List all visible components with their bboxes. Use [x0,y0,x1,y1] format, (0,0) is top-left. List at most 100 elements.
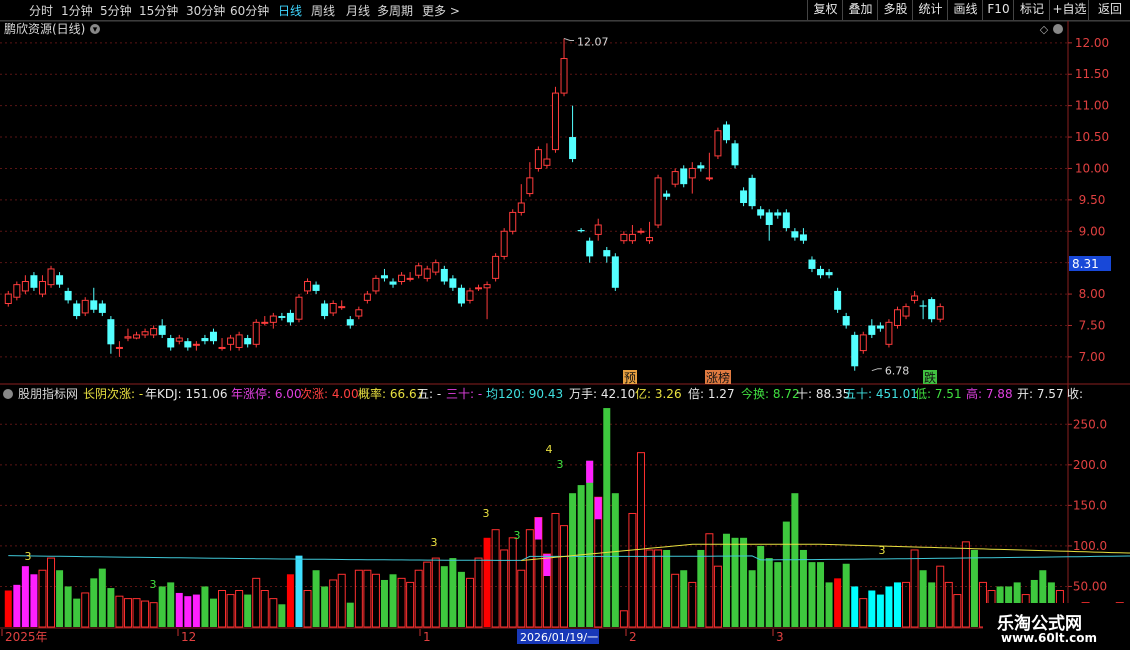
candle-body [415,265,423,276]
indicator-field-6: 三十: - [446,387,482,401]
candle-body [722,124,730,141]
signal-marker-2: 跌 [924,370,936,385]
date-label-4: 2 [629,630,637,644]
indicator-bar [47,557,56,628]
candle-body [158,325,166,335]
indicator-bar [303,590,312,628]
candle-body [919,305,927,307]
indicator-tick-label: 200.0 [1073,458,1107,472]
indicator-bar [474,557,483,628]
current-price-label: 8.31 [1072,257,1099,271]
indicator-bar [295,555,303,627]
candle-body [936,306,944,320]
candle-body [475,287,483,290]
candle-body [782,212,790,229]
indicator-bar [123,598,132,628]
indicator-field-13: 五十: 451.01 [844,387,918,401]
dropdown-chevron-icon: ▾ [93,25,98,35]
candle-body [30,275,38,288]
indicator-bar [397,577,406,628]
candle-body [731,143,739,166]
indicator-bar [115,595,124,628]
indicator-bar [13,584,21,627]
candle-body [150,328,158,336]
candle-body [911,295,919,301]
indicator-bar [885,586,893,627]
indicator-bar [286,574,294,627]
indicator-bar-highlight [594,497,602,520]
indicator-bar [312,570,320,627]
indicator-bar [90,578,98,627]
indicator-bar [876,594,884,627]
candle-body [457,287,465,304]
indicator-bar [645,549,654,628]
indicator-field-16: 开: 7.57 [1017,387,1064,401]
indicator-bar [465,577,474,628]
indicator-bar [192,594,200,627]
candle-body [295,296,303,320]
indicator-bar [508,537,517,628]
indicator-bar [851,586,859,627]
indicator-field-8: 万手: 42.10 [569,387,635,401]
candle-body [851,334,859,367]
indicator-bar [782,521,790,627]
candle-body [671,171,679,185]
candle-body [654,177,662,226]
bar-count-label: 3 [150,578,157,591]
indicator-bar [149,602,158,628]
candle-body [534,149,542,169]
indicator-field-7: 均120: 90.43 [486,387,563,401]
bar-count-label: 3 [483,507,490,520]
price-tick-label: 12.00 [1075,36,1109,50]
price-tick-label: 9.50 [1079,193,1106,207]
indicator-bar [98,568,106,627]
indicator-field-0: 长阴次涨: - [83,386,143,401]
indicator-bar [269,598,278,628]
candle-body [876,325,884,329]
indicator-bar [902,581,911,628]
candle-body [637,230,645,233]
candle-body [133,334,141,339]
candle-body [680,168,688,185]
candle-body [432,262,440,273]
candle-body [817,268,825,276]
indicator-bar [73,598,81,627]
indicator-field-11: 今换: 8.72 [741,386,800,401]
indicator-bar [713,565,722,628]
indicator-bar [680,570,688,627]
candle-body [740,190,748,203]
candle-body [56,275,64,285]
watermark: 乐淘公式网 www.60lt.com [983,603,1130,650]
candle-body [646,237,654,242]
indicator-bar [371,573,380,628]
indicator-bar [636,452,645,628]
indicator-bar [628,512,637,628]
indicator-bar [354,569,363,628]
candle-body [372,277,380,292]
high-pointer [563,37,575,41]
candle-body [338,306,346,309]
indicator-bar [868,590,876,627]
candle-body [697,165,705,169]
indicator-tick-label: 150.0 [1073,498,1107,512]
date-label-0: 2025年 [5,630,48,644]
price-tick-label: 7.50 [1079,318,1106,332]
indicator-bar [808,562,816,627]
indicator-bar [611,493,619,627]
indicator-bar [423,561,432,628]
indicator-bar [910,549,919,628]
indicator-field-17: 收: [1067,387,1083,401]
candle-body [98,303,106,313]
candle-body [449,278,457,288]
candle-body [4,293,12,304]
indicator-bar [799,549,807,627]
price-tick-label: 11.00 [1075,99,1109,113]
candle-body [389,281,397,285]
indicator-field-1: 年KDJ: 151.06 [145,387,228,401]
date-label-5: 3 [776,630,784,644]
indicator-menu-icon [3,389,13,399]
indicator-bar [919,570,927,627]
candle-body [560,58,568,94]
candle-body [808,259,816,269]
indicator-bar [244,594,252,627]
